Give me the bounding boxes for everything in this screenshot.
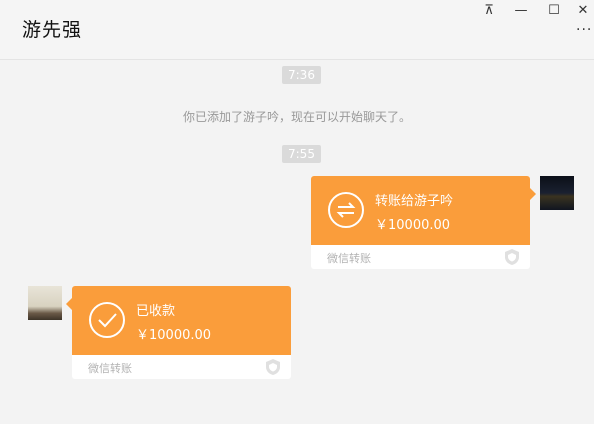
contact-avatar[interactable] bbox=[28, 286, 62, 320]
transfer-card-body: 已收款 ￥10000.00 bbox=[66, 286, 291, 355]
timestamp: 7:36 bbox=[282, 66, 321, 84]
pin-button[interactable]: ⊼ bbox=[478, 2, 500, 20]
sent-transfer-card[interactable]: 转账给游子吟 ￥10000.00 微信转账 bbox=[311, 176, 536, 269]
more-options-icon[interactable]: ··· bbox=[576, 22, 594, 38]
transfer-footer: 微信转账 bbox=[327, 252, 371, 265]
chat-title: 游先强 bbox=[22, 19, 83, 41]
transfer-title: 转账给游子吟 bbox=[375, 194, 454, 209]
timestamp: 7:55 bbox=[282, 145, 321, 163]
check-icon bbox=[89, 302, 125, 338]
shield-icon bbox=[505, 249, 519, 265]
received-transfer-card[interactable]: 已收款 ￥10000.00 微信转账 bbox=[66, 286, 291, 379]
system-notice: 你已添加了游子吟，现在可以开始聊天了。 bbox=[182, 110, 411, 124]
maximize-button[interactable]: ☐ bbox=[543, 2, 565, 20]
bubble-tail bbox=[66, 298, 72, 310]
chat-header: 游先强 ⊼ — ☐ ✕ ··· bbox=[0, 0, 594, 60]
minimize-button[interactable]: — bbox=[510, 2, 532, 20]
transfer-amount: ￥10000.00 bbox=[136, 328, 212, 343]
transfer-arrows-icon bbox=[328, 192, 364, 228]
shield-icon bbox=[266, 359, 280, 375]
transfer-card-body: 转账给游子吟 ￥10000.00 bbox=[311, 176, 536, 245]
transfer-amount: ￥10000.00 bbox=[375, 218, 451, 233]
bubble-tail bbox=[530, 188, 536, 200]
transfer-title: 已收款 bbox=[136, 304, 176, 319]
transfer-footer: 微信转账 bbox=[88, 362, 132, 375]
close-button[interactable]: ✕ bbox=[572, 2, 594, 20]
my-avatar[interactable] bbox=[540, 176, 574, 210]
